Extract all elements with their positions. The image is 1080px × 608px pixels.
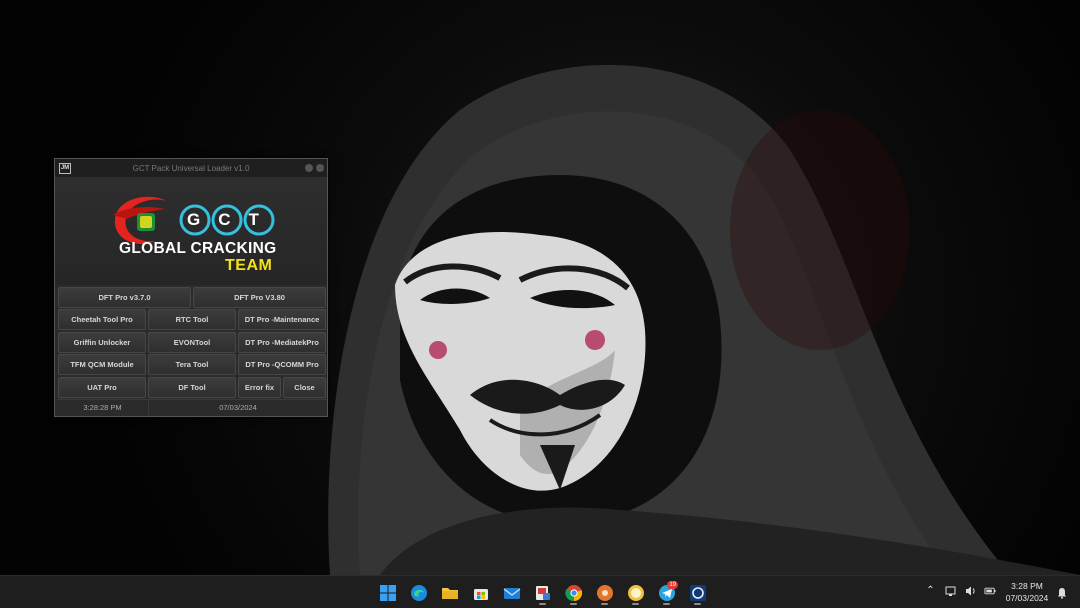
uat-pro-button[interactable]: UAT Pro: [58, 376, 146, 398]
running-indicator: [601, 603, 608, 605]
brand-text-global-cracking: GLOBAL CRACKING: [119, 240, 277, 257]
button-row: UAT Pro DF Tool Error fix Close: [57, 376, 327, 399]
running-indicator: [570, 603, 577, 605]
loader-window: JM GCT Pack Universal Loader v1.0 GCT GL…: [54, 158, 328, 417]
edge-icon: [410, 584, 427, 601]
running-indicator: [694, 603, 701, 605]
status-time: 3:28:28 PM: [57, 399, 149, 415]
orange-app-icon: [596, 584, 613, 601]
telegram-badge: 19: [667, 581, 678, 589]
title-bar[interactable]: JM GCT Pack Universal Loader v1.0: [55, 159, 327, 177]
clock-time: 3:28 PM: [1011, 581, 1043, 591]
running-indicator: [663, 603, 670, 605]
cheetah-tool-pro-button[interactable]: Cheetah Tool Pro: [58, 309, 146, 331]
dt-pro-maintenance-button[interactable]: DT Pro -Maintenance: [238, 309, 326, 331]
taskbar-app-orange[interactable]: [589, 580, 620, 605]
windows-icon: [379, 584, 396, 601]
taskbar-clock[interactable]: 3:28 PM 07/03/2024: [1000, 580, 1054, 604]
blue-app-icon: [689, 584, 706, 601]
status-bar: 3:28:28 PM 07/03/2024: [57, 399, 327, 416]
taskbar-snipping-tool[interactable]: [527, 580, 558, 605]
taskbar-store[interactable]: [465, 580, 496, 605]
error-fix-button[interactable]: Error fix: [238, 376, 281, 398]
monogram-text: GCT: [187, 210, 277, 229]
gct-monogram: GCT: [181, 210, 273, 230]
button-row: DFT Pro v3.7.0 DFT Pro V3.80: [57, 286, 327, 309]
close-button[interactable]: Close: [283, 376, 326, 398]
tfm-qcm-module-button[interactable]: TFM QCM Module: [58, 354, 146, 376]
button-row: Cheetah Tool Pro RTC Tool DT Pro -Mainte…: [57, 309, 327, 332]
close-window-button[interactable]: [316, 164, 324, 172]
taskbar-app-coin[interactable]: [620, 580, 651, 605]
taskbar-telegram[interactable]: 19: [651, 580, 682, 605]
dft-pro-380-button[interactable]: DFT Pro V3.80: [193, 286, 326, 308]
running-indicator: [539, 603, 546, 605]
start-button[interactable]: [372, 580, 403, 605]
brand-text-team: TEAM: [225, 257, 273, 274]
button-row: TFM QCM Module Tera Tool DT Pro -QCOMM P…: [57, 354, 327, 377]
chevron-up-icon[interactable]: ⌃: [924, 584, 937, 597]
network-icon[interactable]: [944, 584, 957, 597]
status-date: 07/03/2024: [149, 399, 327, 415]
evontool-button[interactable]: EVONTool: [148, 331, 236, 353]
taskbar-mail[interactable]: [496, 580, 527, 605]
store-icon: [473, 588, 488, 600]
taskbar: 19 ⌃ 3:28 PM 07/03/2024: [0, 575, 1080, 608]
griffin-unlocker-button[interactable]: Griffin Unlocker: [58, 331, 146, 353]
button-row: Griffin Unlocker EVONTool DT Pro -Mediat…: [57, 331, 327, 354]
gct-emblem: [113, 196, 275, 245]
running-indicator: [632, 603, 639, 605]
taskbar-apps: 19: [372, 580, 713, 605]
tera-tool-button[interactable]: Tera Tool: [148, 354, 236, 376]
dt-pro-qcomm-pro-button[interactable]: DT Pro -QCOMM Pro: [238, 354, 326, 376]
taskbar-chrome[interactable]: [558, 580, 589, 605]
dft-pro-370-button[interactable]: DFT Pro v3.7.0: [58, 286, 191, 308]
notification-bell-icon[interactable]: [1055, 586, 1068, 599]
tool-button-grid: DFT Pro v3.7.0 DFT Pro V3.80 Cheetah Too…: [57, 286, 327, 399]
system-tray: ⌃: [924, 584, 997, 597]
app-icon: JM: [59, 162, 71, 174]
window-title: GCT Pack Universal Loader v1.0: [132, 163, 250, 173]
dt-pro-mediatekpro-button[interactable]: DT Pro -MediatekPro: [238, 331, 326, 353]
clock-date: 07/03/2024: [1005, 593, 1049, 603]
snipping-tool-icon: [535, 585, 550, 600]
battery-icon[interactable]: [984, 584, 997, 597]
folder-icon: [441, 587, 458, 599]
chrome-icon: [564, 584, 582, 601]
taskbar-edge[interactable]: [403, 580, 434, 605]
rtc-tool-button[interactable]: RTC Tool: [148, 309, 236, 331]
gct-logo: GCT GLOBAL CRACKING TEAM: [55, 177, 327, 285]
desktop[interactable]: JM GCT Pack Universal Loader v1.0 GCT GL…: [0, 0, 1080, 575]
df-tool-button[interactable]: DF Tool: [148, 376, 236, 398]
coin-app-icon: [627, 584, 644, 601]
taskbar-file-explorer[interactable]: [434, 580, 465, 605]
taskbar-app-blue[interactable]: [682, 580, 713, 605]
minimize-button[interactable]: [305, 164, 313, 172]
volume-icon[interactable]: [964, 584, 977, 597]
mail-icon: [503, 587, 520, 599]
